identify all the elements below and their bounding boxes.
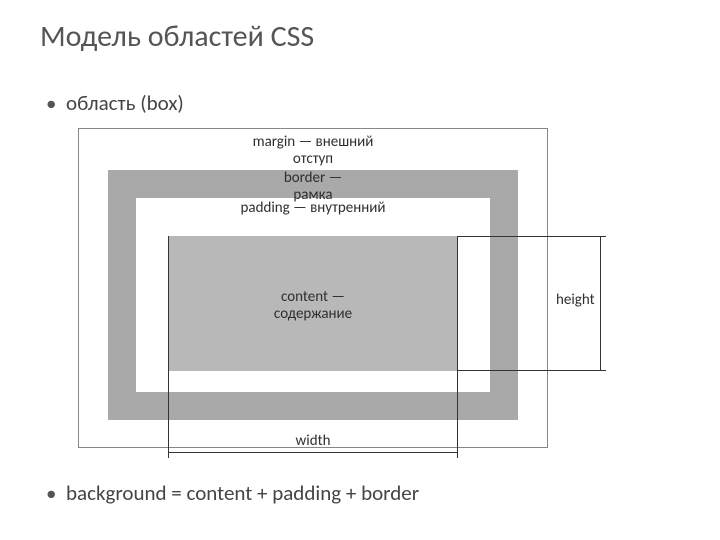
padding-label: padding — внутренний <box>241 200 386 217</box>
bullet-box: область (box) <box>66 90 184 116</box>
margin-label: margin — внешний отступ <box>253 134 374 169</box>
box-model-diagram: margin — внешний отступ border — рамка p… <box>78 128 548 448</box>
page-title: Модель областей CSS <box>40 18 314 55</box>
height-label: height <box>556 292 595 309</box>
bullet-background: background = content + padding + border <box>66 480 419 506</box>
content-label: content — содержание <box>274 289 352 324</box>
